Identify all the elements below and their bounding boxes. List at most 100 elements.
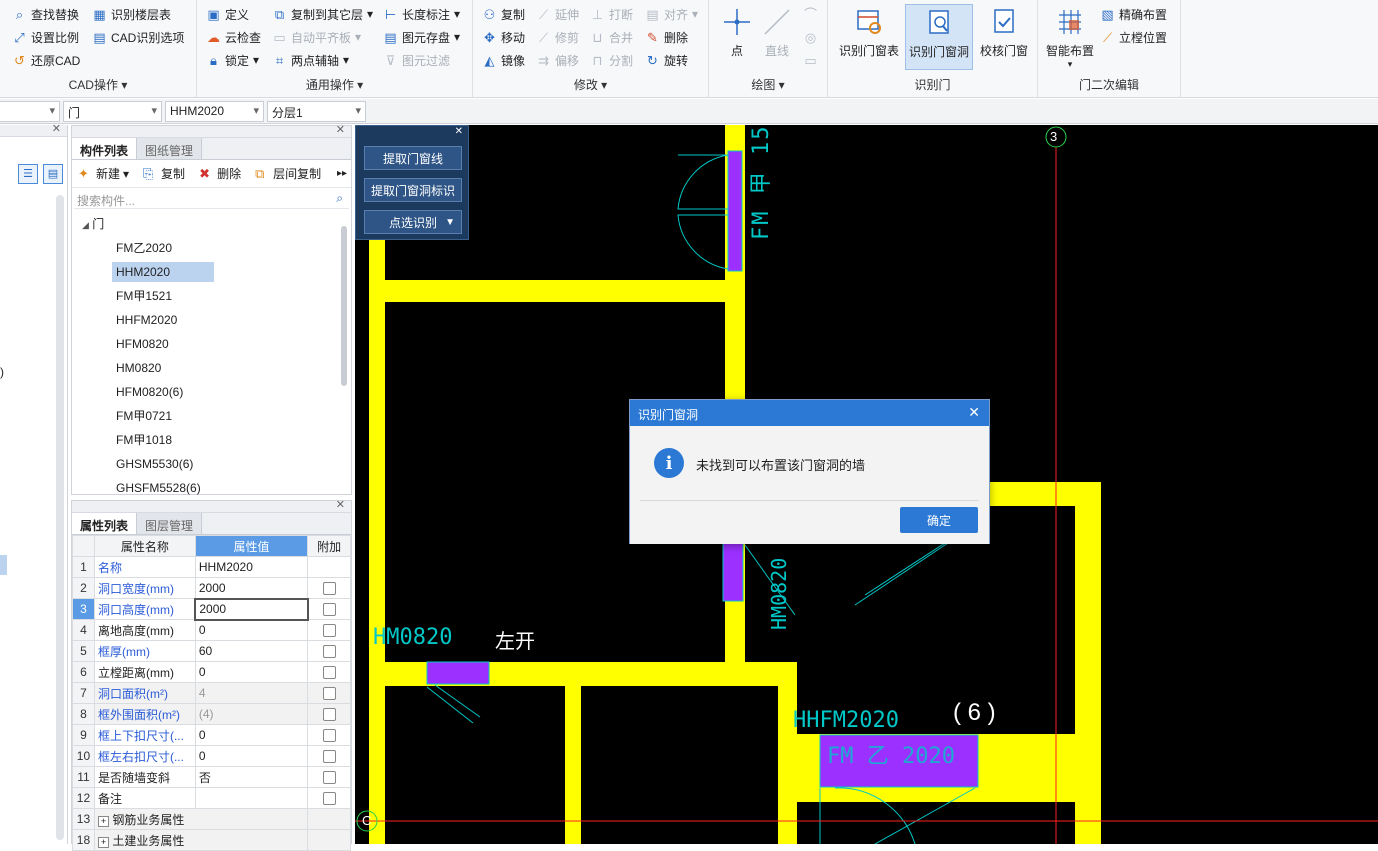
property-value[interactable]: 2000 [194, 577, 309, 599]
length-label-button[interactable]: ⊢ 长度标注 ▾ [383, 4, 460, 24]
tree-item[interactable]: HM0820 [112, 358, 165, 378]
lock-button[interactable]: 🔒︎ 锁定 ▾ [206, 50, 259, 70]
component-search-input[interactable]: 搜索构件... ⌕ [74, 189, 349, 209]
search-icon[interactable]: ⌕ [336, 191, 343, 206]
nav-scrollbar[interactable] [56, 195, 64, 840]
tab-drawing-management[interactable]: 图纸管理 [137, 138, 203, 159]
split-button[interactable]: ⊓ 分割 [590, 50, 633, 70]
checkbox[interactable] [322, 666, 336, 680]
checkbox[interactable] [322, 792, 336, 806]
table-row-group[interactable]: 13 + 钢筋业务属性 [72, 808, 351, 830]
checkbox[interactable] [322, 582, 336, 596]
checkbox[interactable] [322, 729, 336, 743]
break-button[interactable]: ⊥ 打断 [590, 4, 633, 24]
tab-property-list[interactable]: 属性列表 [72, 513, 138, 534]
property-value[interactable]: 0 [194, 745, 309, 767]
tree-item[interactable]: HHFM2020 [112, 310, 181, 330]
line-button[interactable]: 直线 [761, 6, 793, 59]
two-point-axis-button[interactable]: ⌗ 两点辅轴 ▾ [272, 50, 349, 70]
tree-item[interactable]: FM甲1521 [112, 286, 176, 306]
layer-save-button[interactable]: ▤ 图元存盘 ▾ [383, 27, 460, 47]
layer-filter-button[interactable]: ⊽ 图元过滤 [383, 50, 450, 70]
table-row[interactable]: 11 是否随墙变斜否 [72, 766, 351, 788]
ok-button[interactable]: 确定 [900, 507, 978, 533]
checkbox[interactable] [322, 645, 336, 659]
expand-icon[interactable]: + [97, 815, 109, 827]
component-selector[interactable]: HHM2020 [165, 101, 264, 122]
tab-component-list[interactable]: 构件列表 [72, 138, 138, 159]
extend-button[interactable]: ⟋ 延伸 [536, 4, 579, 24]
point-button[interactable]: 点 [721, 6, 753, 59]
copy-to-other-floor-button[interactable]: ⧉ 复制到其它层 ▾ [272, 4, 373, 24]
more-icon[interactable]: ▸▸ [337, 168, 347, 179]
layer-selector[interactable]: 分层1 [267, 101, 366, 122]
property-value[interactable]: 0 [194, 661, 309, 683]
cad-options-button[interactable]: ▤ CAD识别选项 [92, 27, 184, 47]
table-row[interactable]: 4 离地高度(mm) 0 [72, 619, 351, 641]
move-button[interactable]: ✥ 移动 [482, 27, 525, 47]
tab-layer-management[interactable]: 图层管理 [137, 513, 203, 534]
precise-layout-button[interactable]: ▧ 精确布置 [1100, 4, 1167, 24]
table-row[interactable]: 2 洞口宽度(mm) 2000 [72, 577, 351, 599]
set-scale-button[interactable]: ⤢ 设置比例 [12, 27, 79, 47]
tree-scrollbar[interactable] [341, 226, 347, 386]
auto-flat-slab-button[interactable]: ▭ 自动平齐板 ▾ [272, 27, 361, 47]
close-icon[interactable]: ✕ [336, 123, 345, 136]
extract-labels-button[interactable]: 提取门窗洞标识 [364, 178, 462, 202]
tree-item[interactable]: HFM0820(6) [112, 382, 187, 402]
nav-selected-item[interactable] [0, 555, 7, 575]
rotate-button[interactable]: ↻ 旋转 [645, 50, 688, 70]
checkbox[interactable] [322, 771, 336, 785]
table-row[interactable]: 1 名称 HHM2020 [72, 556, 351, 578]
checkbox[interactable] [322, 750, 336, 764]
new-button[interactable]: ✦ 新建 ▾ [78, 165, 129, 182]
copy-button[interactable]: ⚇ 复制 [482, 4, 525, 24]
trim-button[interactable]: ⟋ 修剪 [536, 27, 579, 47]
checkbox[interactable] [322, 624, 336, 638]
table-row[interactable]: 8 框外围面积(m²) (4) [72, 703, 351, 725]
merge-button[interactable]: ⊔ 合并 [590, 27, 633, 47]
checkbox[interactable] [322, 687, 336, 701]
floor-selector[interactable] [0, 101, 60, 122]
property-value[interactable]: 0 [194, 619, 309, 641]
close-icon[interactable]: ✕ [336, 498, 345, 511]
property-value-editing[interactable]: 2000 [194, 597, 309, 621]
table-row-group[interactable]: 18 + 土建业务属性 [72, 829, 351, 851]
component-type-selector[interactable]: 门 [63, 101, 162, 122]
check-door-button[interactable]: 校核门窗 [978, 6, 1030, 59]
extract-lines-button[interactable]: 提取门窗线 [364, 146, 462, 170]
close-icon[interactable]: ✕ [968, 404, 980, 421]
find-replace-button[interactable]: ⌕ 查找替换 [12, 4, 79, 24]
tree-item[interactable]: FM乙2020 [112, 238, 176, 258]
define-button[interactable]: ▣ 定义 [206, 4, 249, 24]
offset-button[interactable]: ⇉ 偏移 [536, 50, 579, 70]
floor-copy-button[interactable]: ⧉ 层间复制 [255, 165, 321, 182]
property-value[interactable]: 60 [194, 640, 309, 662]
align-button[interactable]: ▤ 对齐 ▾ [645, 4, 698, 24]
tree-item[interactable]: HFM0820 [112, 334, 173, 354]
view-toggle-grid[interactable]: ▤ [43, 164, 63, 184]
frame-position-button[interactable]: ⟋ 立樘位置 [1100, 27, 1167, 47]
mirror-button[interactable]: ◭ 镜像 [482, 50, 526, 70]
point-select-button[interactable]: 点选识别 ▼ [364, 210, 462, 234]
close-icon[interactable]: ✕ [52, 122, 61, 135]
restore-cad-button[interactable]: ↺ 还原CAD [12, 50, 80, 70]
tree-item[interactable]: GHSM5530(6) [112, 454, 197, 474]
circle-tool[interactable]: ◎ [803, 27, 818, 47]
tree-item[interactable]: FM甲0721 [112, 406, 176, 426]
rect-tool[interactable]: ▭ [803, 50, 818, 70]
recognize-floor-table-button[interactable]: ▦ 识别楼层表 [92, 4, 171, 24]
chevron-down-icon[interactable]: ▼ [445, 217, 455, 228]
tree-root[interactable]: ◢ 门 [82, 214, 104, 234]
property-value[interactable]: 0 [194, 724, 309, 746]
property-value[interactable] [194, 787, 309, 809]
checkbox[interactable] [322, 603, 336, 617]
table-row-selected[interactable]: 3 洞口高度(mm) 2000 [72, 597, 351, 621]
table-row[interactable]: 7 洞口面积(m²) 4 [72, 682, 351, 704]
door-table-button[interactable]: 识别门窗表 [836, 6, 902, 59]
table-row[interactable]: 6 立樘距离(mm) 0 [72, 661, 351, 683]
tree-item[interactable]: FM甲1018 [112, 430, 176, 450]
table-row[interactable]: 12 备注 [72, 787, 351, 809]
door-opening-button[interactable]: 识别门窗洞 [905, 4, 973, 70]
checkbox[interactable] [322, 708, 336, 722]
